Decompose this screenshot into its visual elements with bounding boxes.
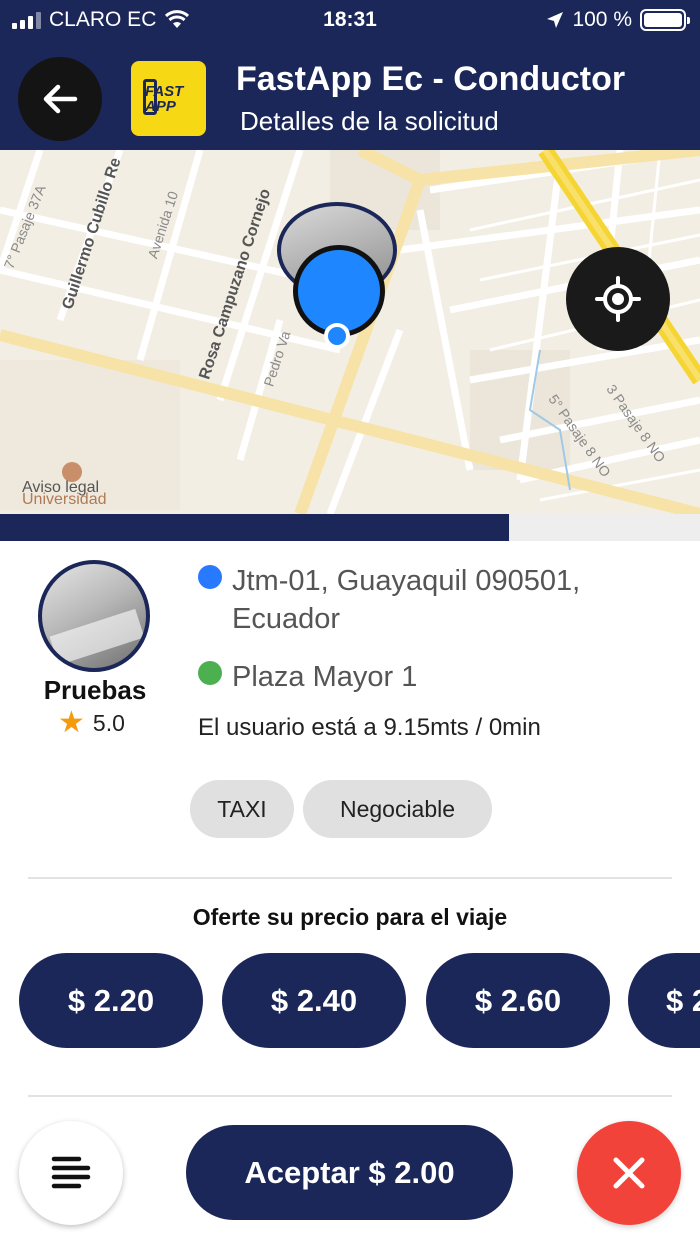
negotiable-chip: Negociable — [303, 780, 492, 838]
star-icon: ★ — [58, 706, 85, 739]
destination-text: Plaza Mayor 1 — [232, 661, 418, 693]
destination-address: Plaza Mayor 1 — [198, 658, 672, 696]
offer-title: Oferte su precio para el viaje — [192, 904, 508, 930]
back-button[interactable] — [18, 57, 102, 141]
timer-progress-fill — [0, 514, 509, 541]
divider — [28, 877, 672, 879]
app-header: CLARO EC 18:31 100 % FAST APP FastApp Ec… — [0, 0, 700, 150]
distance-info: El usuario está a 9.15mts / 0min — [198, 714, 541, 741]
poi-label: Universidad — [22, 491, 107, 508]
cancel-button[interactable] — [577, 1121, 681, 1225]
crosshair-icon — [595, 276, 641, 322]
locate-button[interactable] — [566, 247, 670, 351]
phone-icon — [143, 79, 157, 115]
origin-dot-icon — [198, 565, 222, 589]
page-subtitle: Detalles de la solicitud — [240, 106, 499, 136]
rider-rating: ★ 5.0 — [58, 708, 125, 738]
timer-progress — [0, 514, 700, 541]
divider — [28, 1095, 672, 1097]
app-logo: FAST APP — [131, 61, 206, 136]
price-option-button[interactable]: $ 2.40 — [222, 953, 406, 1048]
status-bar: CLARO EC 18:31 100 % — [0, 0, 700, 40]
arrow-left-icon — [43, 84, 78, 114]
origin-text: Jtm-01, Guayaquil 090501, Ecuador — [232, 565, 581, 635]
pickup-dot-marker — [324, 323, 350, 349]
price-option-button[interactable]: $ 2.20 — [19, 953, 203, 1048]
origin-address: Jtm-01, Guayaquil 090501, Ecuador — [198, 562, 672, 638]
price-option-button[interactable]: $ 2.60 — [426, 953, 610, 1048]
accept-button[interactable]: Aceptar $ 2.00 — [186, 1125, 513, 1220]
rating-value: 5.0 — [92, 709, 125, 736]
rider-name: Pruebas — [43, 675, 147, 705]
menu-button[interactable] — [19, 1121, 123, 1225]
page-title: FastApp Ec - Conductor — [236, 60, 626, 98]
destination-dot-icon — [198, 661, 222, 685]
price-option-button[interactable]: $ 2.80 — [628, 953, 700, 1048]
service-type-chip: TAXI — [190, 780, 294, 838]
map-legal-link[interactable]: Aviso legal Universidad — [22, 479, 106, 509]
menu-lines-icon — [51, 1156, 91, 1189]
close-icon — [613, 1157, 645, 1189]
battery-percent: 100 % — [572, 8, 632, 31]
avatar — [38, 560, 150, 672]
battery-icon — [640, 9, 690, 31]
location-arrow-icon — [547, 12, 564, 28]
